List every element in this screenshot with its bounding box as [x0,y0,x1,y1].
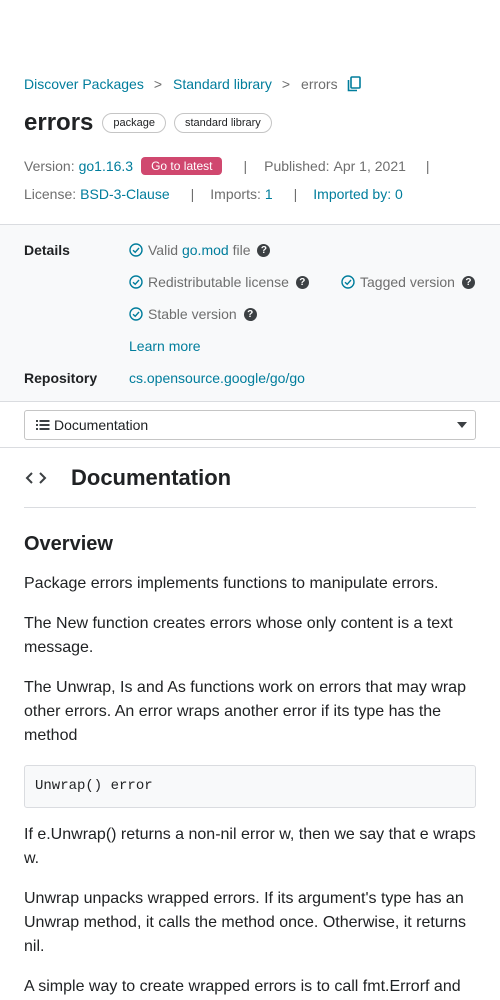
imported-by-link[interactable]: Imported by: 0 [313,185,403,203]
meta-row-license: License: BSD-3-Clause | Imports: 1 | Imp… [24,185,403,203]
check-circle-icon [129,275,143,289]
valid-prefix: Valid [148,242,179,258]
breadcrumb-separator: > [153,76,163,92]
doc-paragraph: The Unwrap, Is and As functions work on … [24,679,466,744]
valid-suffix: file [232,242,251,258]
check-circle-icon [129,307,143,321]
meta-row-version: Version: go1.16.3 Go to latest | Publish… [24,157,430,175]
version-link[interactable]: go1.16.3 [79,157,134,175]
section-select-value: Documentation [54,417,149,433]
divider [0,447,500,448]
published-label: Published: [264,158,330,174]
copy-icon[interactable] [347,76,361,92]
help-icon[interactable]: ? [295,275,309,289]
gomod-link[interactable]: go.mod [182,241,229,259]
standard-library-chip: standard library [173,113,272,133]
repository-heading: Repository [24,370,98,386]
help-icon[interactable]: ? [461,275,475,289]
check-circle-icon [129,243,143,257]
imports-label: Imports: [210,186,261,202]
breadcrumb: Discover Packages > Standard library > e… [24,75,361,93]
breadcrumb-discover-packages[interactable]: Discover Packages [24,75,144,93]
title-row: errors package standard library [24,108,280,138]
code-icon [25,472,47,484]
doc-paragraph: Unwrap unpacks wrapped errors. If its ar… [24,890,466,955]
page-title: errors [24,109,94,136]
doc-paragraph: The New function creates errors whose on… [24,615,453,656]
meta-separator: | [293,186,298,202]
imports-link[interactable]: 1 [265,185,273,203]
meta-separator: | [243,158,248,174]
breadcrumb-standard-library[interactable]: Standard library [173,75,272,93]
help-icon[interactable]: ? [243,307,257,321]
doc-paragraph: Package errors implements functions to m… [24,575,439,592]
divider [24,507,476,508]
tagged-version-label: Tagged version [360,274,455,290]
stable-version-item: Stable version ? [129,305,257,323]
version-label: Version: [24,158,75,174]
package-chip: package [102,113,166,133]
doc-paragraph: If e.Unwrap() returns a non-nil error w,… [24,826,476,867]
license-link[interactable]: BSD-3-Clause [80,185,169,203]
learn-more-link[interactable]: Learn more [129,337,201,355]
tagged-version-item: Tagged version ? [341,273,475,291]
redistributable-item: Redistributable license ? [129,273,309,291]
valid-gomod-item: Valid go.mod file ? [129,241,271,259]
doc-paragraph: A simple way to create wrapped errors is… [24,978,461,995]
meta-separator: | [190,186,195,202]
repository-link[interactable]: cs.opensource.google/go/go [129,369,305,387]
published-date: Apr 1, 2021 [333,158,406,174]
help-icon[interactable]: ? [257,243,271,257]
section-select[interactable]: Documentation [24,410,476,440]
details-panel: Details Valid go.mod file ? Redistributa… [0,224,500,402]
redistributable-label: Redistributable license [148,274,289,290]
code-text: Unwrap() error [35,778,153,794]
go-to-latest-button[interactable]: Go to latest [141,157,223,175]
documentation-title: Documentation [71,465,232,490]
documentation-header: Documentation [24,464,231,492]
details-heading: Details [24,242,70,258]
check-circle-icon [341,275,355,289]
breadcrumb-separator: > [281,76,291,92]
list-icon [36,420,50,430]
stable-version-label: Stable version [148,306,237,322]
meta-separator: | [425,158,430,174]
license-label: License: [24,186,77,202]
code-block: Unwrap() error [24,765,476,808]
breadcrumb-current: errors [301,76,338,92]
overview-heading: Overview [24,533,113,555]
chevron-down-icon [457,422,467,428]
